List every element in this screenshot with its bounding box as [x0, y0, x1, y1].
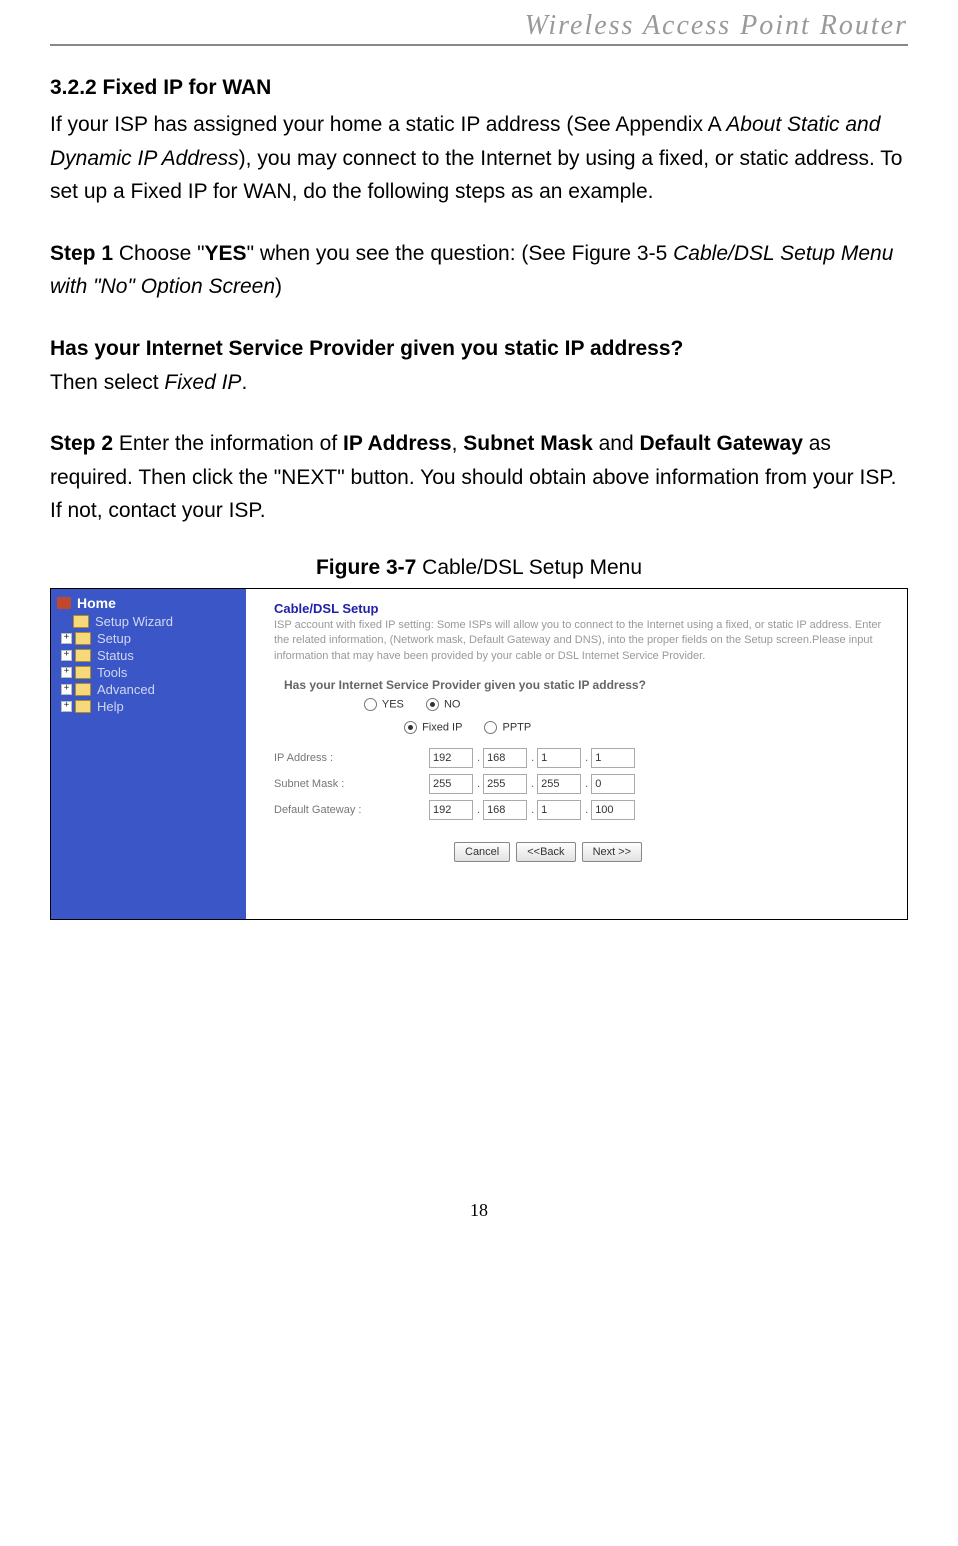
back-button[interactable]: <<Back — [516, 842, 575, 862]
ip-octet-4[interactable] — [591, 748, 635, 768]
panel-description: ISP account with fixed IP setting: Some … — [274, 618, 893, 664]
text: Enter the information of — [113, 432, 343, 455]
radio-pptp[interactable]: PPTP — [484, 721, 531, 734]
folder-icon — [75, 632, 91, 645]
figure-caption: Figure 3-7 Cable/DSL Setup Menu — [50, 556, 908, 580]
question-paragraph: Has your Internet Service Provider given… — [50, 332, 908, 399]
sidebar-item-label: Advanced — [97, 682, 155, 697]
folder-icon — [75, 683, 91, 696]
sidebar-home[interactable]: Home — [51, 593, 246, 613]
radio-no[interactable]: NO — [426, 698, 461, 711]
sidebar-item-label: Help — [97, 699, 124, 714]
text-bold: YES — [205, 242, 247, 265]
text-bold: IP Address — [343, 432, 452, 455]
static-ip-question: Has your Internet Service Provider given… — [274, 678, 893, 692]
radio-icon — [404, 721, 417, 734]
folder-icon — [75, 666, 91, 679]
expand-icon[interactable]: + — [61, 650, 72, 661]
folder-icon — [75, 649, 91, 662]
text: . — [241, 371, 247, 394]
radio-fixed-ip[interactable]: Fixed IP — [404, 721, 462, 734]
text: Choose " — [113, 242, 205, 265]
text: If your ISP has assigned your home a sta… — [50, 113, 726, 136]
radio-icon — [364, 698, 377, 711]
text-bold: Default Gateway — [639, 432, 802, 455]
page-header-title: Wireless Access Point Router — [50, 10, 908, 46]
ip-octet-3[interactable] — [537, 748, 581, 768]
mask-octet-4[interactable] — [591, 774, 635, 794]
gw-octet-2[interactable] — [483, 800, 527, 820]
expand-icon[interactable]: + — [61, 701, 72, 712]
connection-type-radio-group: Fixed IP PPTP — [274, 721, 893, 734]
text-italic: Fixed IP — [164, 371, 241, 394]
question-text: Has your Internet Service Provider given… — [50, 332, 908, 366]
text: ) — [275, 275, 282, 298]
sidebar-item-label: Tools — [97, 665, 127, 680]
gw-octet-3[interactable] — [537, 800, 581, 820]
expand-icon[interactable]: + — [61, 633, 72, 644]
cancel-button[interactable]: Cancel — [454, 842, 510, 862]
mask-octet-1[interactable] — [429, 774, 473, 794]
folder-icon — [75, 700, 91, 713]
sidebar-item-tools[interactable]: + Tools — [51, 664, 246, 681]
ip-address-row: IP Address : . . . — [274, 748, 893, 768]
text: " when you see the question: (See Figure… — [247, 242, 674, 265]
radio-label: PPTP — [502, 722, 531, 734]
sidebar: Home Setup Wizard + Setup + Status + Too… — [51, 589, 246, 919]
sidebar-item-label: Setup — [97, 631, 131, 646]
text: , — [452, 432, 464, 455]
sidebar-item-help[interactable]: + Help — [51, 698, 246, 715]
sidebar-item-advanced[interactable]: + Advanced — [51, 681, 246, 698]
page-number: 18 — [50, 1200, 908, 1221]
sidebar-item-status[interactable]: + Status — [51, 647, 246, 664]
gw-octet-4[interactable] — [591, 800, 635, 820]
figure-caption-text: Cable/DSL Setup Menu — [416, 556, 642, 579]
ip-address-label: IP Address : — [274, 752, 429, 764]
button-row: Cancel <<Back Next >> — [454, 842, 893, 862]
radio-label: NO — [444, 699, 461, 711]
radio-icon — [484, 721, 497, 734]
yes-no-radio-group: YES NO — [274, 698, 893, 711]
step1-paragraph: Step 1 Choose "YES" when you see the que… — [50, 237, 908, 304]
sidebar-item-label: Setup Wizard — [95, 614, 173, 629]
home-icon — [57, 597, 71, 609]
panel-title: Cable/DSL Setup — [274, 601, 893, 616]
next-button[interactable]: Next >> — [582, 842, 643, 862]
subnet-mask-label: Subnet Mask : — [274, 778, 429, 790]
mask-octet-3[interactable] — [537, 774, 581, 794]
sidebar-item-setup[interactable]: + Setup — [51, 630, 246, 647]
default-gateway-label: Default Gateway : — [274, 804, 429, 816]
expand-icon[interactable]: + — [61, 667, 72, 678]
ip-octet-2[interactable] — [483, 748, 527, 768]
section-heading: 3.2.2 Fixed IP for WAN — [50, 76, 908, 100]
radio-label: Fixed IP — [422, 722, 462, 734]
expand-icon[interactable]: + — [61, 684, 72, 695]
gw-octet-1[interactable] — [429, 800, 473, 820]
main-panel: Cable/DSL Setup ISP account with fixed I… — [246, 589, 907, 919]
text: and — [593, 432, 640, 455]
step2-paragraph: Step 2 Enter the information of IP Addre… — [50, 427, 908, 528]
radio-yes[interactable]: YES — [364, 698, 404, 711]
step-label: Step 1 — [50, 242, 113, 265]
sidebar-item-label: Status — [97, 648, 134, 663]
mask-octet-2[interactable] — [483, 774, 527, 794]
step-label: Step 2 — [50, 432, 113, 455]
radio-label: YES — [382, 699, 404, 711]
intro-paragraph: If your ISP has assigned your home a sta… — [50, 108, 908, 209]
ip-octet-1[interactable] — [429, 748, 473, 768]
text-bold: Subnet Mask — [463, 432, 593, 455]
screenshot-figure: Home Setup Wizard + Setup + Status + Too… — [50, 588, 908, 920]
sidebar-item-setup-wizard[interactable]: Setup Wizard — [51, 613, 246, 630]
default-gateway-row: Default Gateway : . . . — [274, 800, 893, 820]
subnet-mask-row: Subnet Mask : . . . — [274, 774, 893, 794]
radio-icon — [426, 698, 439, 711]
figure-label: Figure 3-7 — [316, 556, 416, 579]
sidebar-home-label: Home — [77, 595, 116, 611]
folder-icon — [73, 615, 89, 628]
text: Then select — [50, 371, 164, 394]
